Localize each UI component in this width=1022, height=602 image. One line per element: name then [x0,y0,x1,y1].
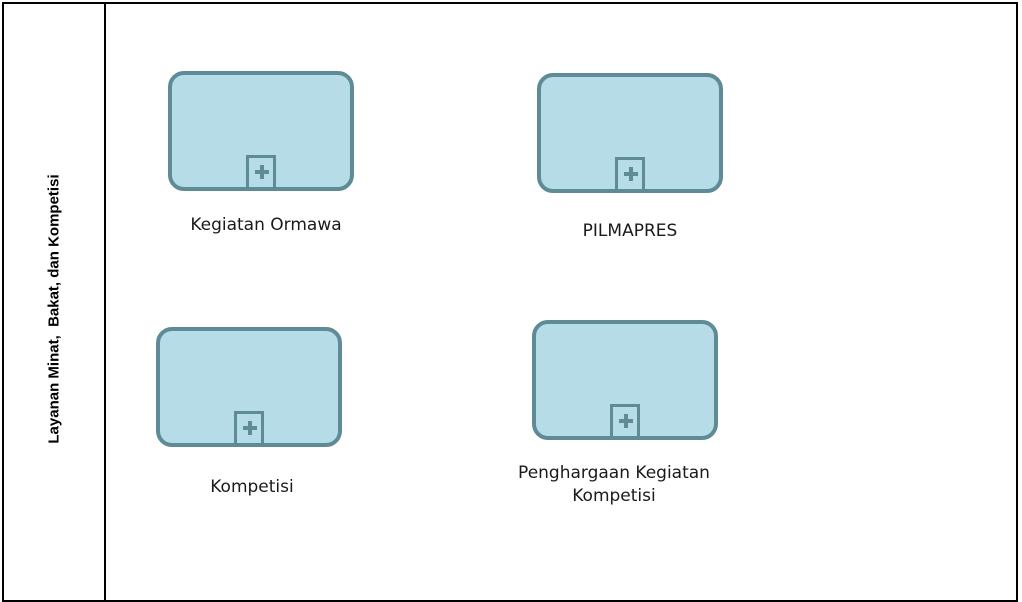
subprocess-kompetisi[interactable] [156,327,342,447]
task-label-line-2: Kompetisi [572,486,656,506]
task-label-kompetisi: Kompetisi [210,477,294,497]
lane-header: Layanan Minat, Bakat, dan Kompetisi [4,4,106,600]
subprocess-kegiatan-ormawa[interactable] [168,71,354,191]
lane-title: Layanan Minat, Bakat, dan Kompetisi [45,174,63,444]
plus-icon [624,167,638,181]
task-label-line-1: Penghargaan Kegiatan [518,463,710,483]
expand-marker-icon[interactable] [610,404,640,436]
expand-marker-icon[interactable] [246,155,276,187]
swimlane-pool: Layanan Minat, Bakat, dan Kompetisi [2,2,1018,602]
plus-icon [243,421,257,435]
plus-icon [619,414,633,428]
expand-marker-icon[interactable] [234,411,264,443]
plus-icon [255,165,269,179]
expand-marker-icon[interactable] [615,157,645,189]
task-label-pilmapres: PILMAPRES [582,221,678,241]
task-label-kegiatan-ormawa: Kegiatan Ormawa [190,215,342,235]
subprocess-pilmapres[interactable] [537,73,723,193]
task-label-penghargaan-kegiatan-kompetisi: Penghargaan Kegiatan Kompetisi [484,462,744,508]
subprocess-penghargaan-kegiatan-kompetisi[interactable] [532,320,718,440]
